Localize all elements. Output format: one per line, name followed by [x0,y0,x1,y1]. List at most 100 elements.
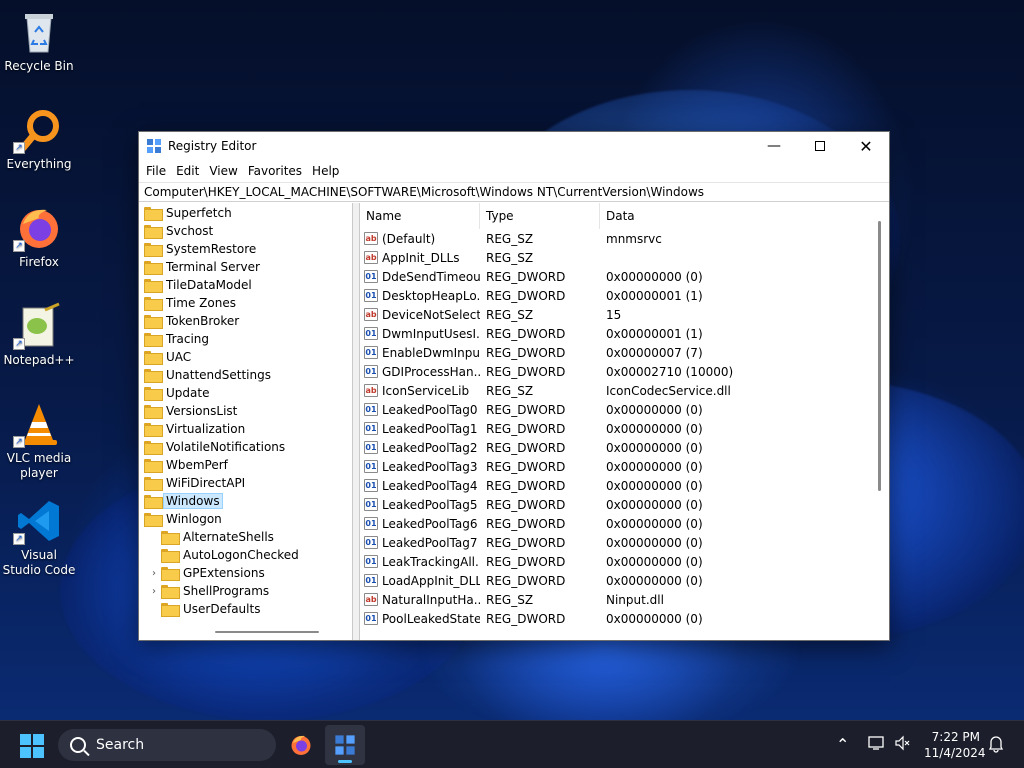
chevron-right-icon[interactable]: › [149,586,159,597]
value-row[interactable]: 01 LeakedPoolTag5 REG_DWORD 0x00000000 (0) [360,495,889,514]
value-row[interactable]: 01 LeakedPoolTag3 REG_DWORD 0x00000000 (0) [360,457,889,476]
tree-item[interactable]: VersionsList [139,402,352,420]
desktop-icon-firefox[interactable]: ↗ Firefox [1,204,77,270]
folder-icon [144,477,163,491]
tree-item[interactable]: Virtualization [139,420,352,438]
address-bar[interactable]: Computer\HKEY_LOCAL_MACHINE\SOFTWARE\Mic… [139,182,889,202]
taskbar-search[interactable]: Search [58,729,276,761]
value-data: 0x00000000 (0) [606,535,703,550]
value-row[interactable]: 01 LeakedPoolTag7 REG_DWORD 0x00000000 (0) [360,533,889,552]
tree-item[interactable]: AlternateShells [139,528,352,546]
tree-item[interactable]: UserDefaults [139,600,352,618]
firefox-icon [291,735,311,755]
folder-icon [144,387,163,401]
value-row[interactable]: 01 GDIProcessHan... REG_DWORD 0x00002710 (1… [360,362,889,381]
value-type: REG_SZ [486,592,534,607]
tree-item[interactable]: › GPExtensions [139,564,352,582]
tree-item[interactable]: VolatileNotifications [139,438,352,456]
value-data: 0x00000000 (0) [606,440,703,455]
taskbar-registry-editor[interactable] [325,725,365,765]
clock[interactable]: 7:22 PM 11/4/2024 [924,729,986,761]
desktop-icon-notepad-plus-plus[interactable]: ↗ Notepad++ [1,302,77,368]
chevron-right-icon[interactable]: › [149,568,159,579]
desktop-icon-vlc[interactable]: ↗ VLC media player [1,400,77,481]
desktop-icon-vscode[interactable]: ↗ Visual Studio Code [1,497,77,578]
panes: Superfetch Svchost SystemRestore Terminal S… [139,203,889,640]
start-button[interactable] [20,734,44,758]
volume-muted-icon[interactable] [894,735,912,754]
menu-file[interactable]: File [141,164,171,178]
tree-item[interactable]: Windows [139,492,352,510]
tree-item[interactable]: WbemPerf [139,456,352,474]
tree-item[interactable]: UAC [139,348,352,366]
tree-item[interactable]: Winlogon [139,510,352,528]
list-vertical-scrollbar[interactable] [878,221,881,491]
menu-favorites[interactable]: Favorites [243,164,307,178]
value-type: REG_DWORD [486,288,566,303]
desktop-icon-recycle-bin[interactable]: Recycle Bin [1,8,77,74]
maximize-button[interactable] [797,132,843,160]
tree-item[interactable]: Time Zones [139,294,352,312]
value-row[interactable]: 01 DwmInputUsesI... REG_DWORD 0x00000001 (1… [360,324,889,343]
menu-view[interactable]: View [204,164,242,178]
column-header-type[interactable]: Type [480,203,600,229]
value-row[interactable]: 01 DdeSendTimeout REG_DWORD 0x00000000 (0) [360,267,889,286]
value-row[interactable]: 01 LoadAppInit_DLLs REG_DWORD 0x00000000 (0… [360,571,889,590]
tree-item[interactable]: SystemRestore [139,240,352,258]
close-button[interactable]: ✕ [843,132,889,160]
value-name: LeakedPoolTag4 [382,478,478,493]
reg-string-icon: ab [364,593,378,606]
chevron-up-icon[interactable]: ⌃ [836,735,849,754]
value-row[interactable]: ab NaturalInputHa... REG_SZ Ninput.dll [360,590,889,609]
tree-item[interactable]: TokenBroker [139,312,352,330]
value-row[interactable]: ab DeviceNotSelect... REG_SZ 15 [360,305,889,324]
menu-help[interactable]: Help [307,164,344,178]
value-row[interactable]: ab AppInit_DLLs REG_SZ [360,248,889,267]
tree-item[interactable]: Terminal Server [139,258,352,276]
value-row[interactable]: 01 LeakedPoolTag2 REG_DWORD 0x00000000 (0) [360,438,889,457]
value-type: REG_DWORD [486,402,566,417]
value-row[interactable]: 01 PoolLeakedState REG_DWORD 0x00000000 (0) [360,609,889,628]
tree-item[interactable]: Tracing [139,330,352,348]
taskbar-firefox[interactable] [281,725,321,765]
network-icon[interactable] [868,735,886,754]
value-name-cell: ab NaturalInputHa... [360,593,480,607]
value-name: LeakedPoolTag2 [382,440,478,455]
minimize-button[interactable]: — [751,132,797,160]
tree-item-label: WiFiDirectAPI [166,476,246,490]
reg-binary-icon: 01 [364,555,378,568]
tree-item[interactable]: › ShellPrograms [139,582,352,600]
value-row[interactable]: 01 LeakedPoolTag0 REG_DWORD 0x00000000 (0) [360,400,889,419]
title-bar[interactable]: Registry Editor — ✕ [139,132,889,160]
value-row[interactable]: 01 LeakTrackingAll... REG_DWORD 0x00000000 … [360,552,889,571]
tree-item[interactable]: Svchost [139,222,352,240]
value-row[interactable]: ab IconServiceLib REG_SZ IconCodecService.d… [360,381,889,400]
reg-binary-icon: 01 [364,498,378,511]
value-row[interactable]: 01 LeakedPoolTag1 REG_DWORD 0x00000000 (0) [360,419,889,438]
column-header-data[interactable]: Data [600,203,889,229]
value-row[interactable]: 01 LeakedPoolTag6 REG_DWORD 0x00000000 (0) [360,514,889,533]
value-type: REG_SZ [486,307,534,322]
tree-item[interactable]: AutoLogonChecked [139,546,352,564]
menu-edit[interactable]: Edit [171,164,204,178]
desktop-icon-everything[interactable]: ↗ Everything [1,106,77,172]
reg-string-icon: ab [364,384,378,397]
vscode-icon: ↗ [13,497,63,545]
value-data: 0x00000000 (0) [606,554,703,569]
notification-bell-icon[interactable] [988,735,1004,756]
tree-horizontal-scrollbar[interactable] [215,631,319,633]
reg-string-icon: ab [364,232,378,245]
column-header-name[interactable]: Name [360,203,480,229]
value-row[interactable]: 01 LeakedPoolTag4 REG_DWORD 0x00000000 (0) [360,476,889,495]
windows-logo-icon [20,747,31,758]
value-row[interactable]: 01 EnableDwmInpu... REG_DWORD 0x00000007 (7… [360,343,889,362]
value-row[interactable]: ab (Default) REG_SZ mnmsrvc [360,229,889,248]
tree-item[interactable]: UnattendSettings [139,366,352,384]
value-name-cell: 01 PoolLeakedState [360,612,480,626]
tree-item[interactable]: Update [139,384,352,402]
value-name-cell: 01 DdeSendTimeout [360,270,480,284]
tree-item[interactable]: TileDataModel [139,276,352,294]
tree-item[interactable]: WiFiDirectAPI [139,474,352,492]
value-row[interactable]: 01 DesktopHeapLo... REG_DWORD 0x00000001 (1… [360,286,889,305]
tree-item[interactable]: Superfetch [139,204,352,222]
